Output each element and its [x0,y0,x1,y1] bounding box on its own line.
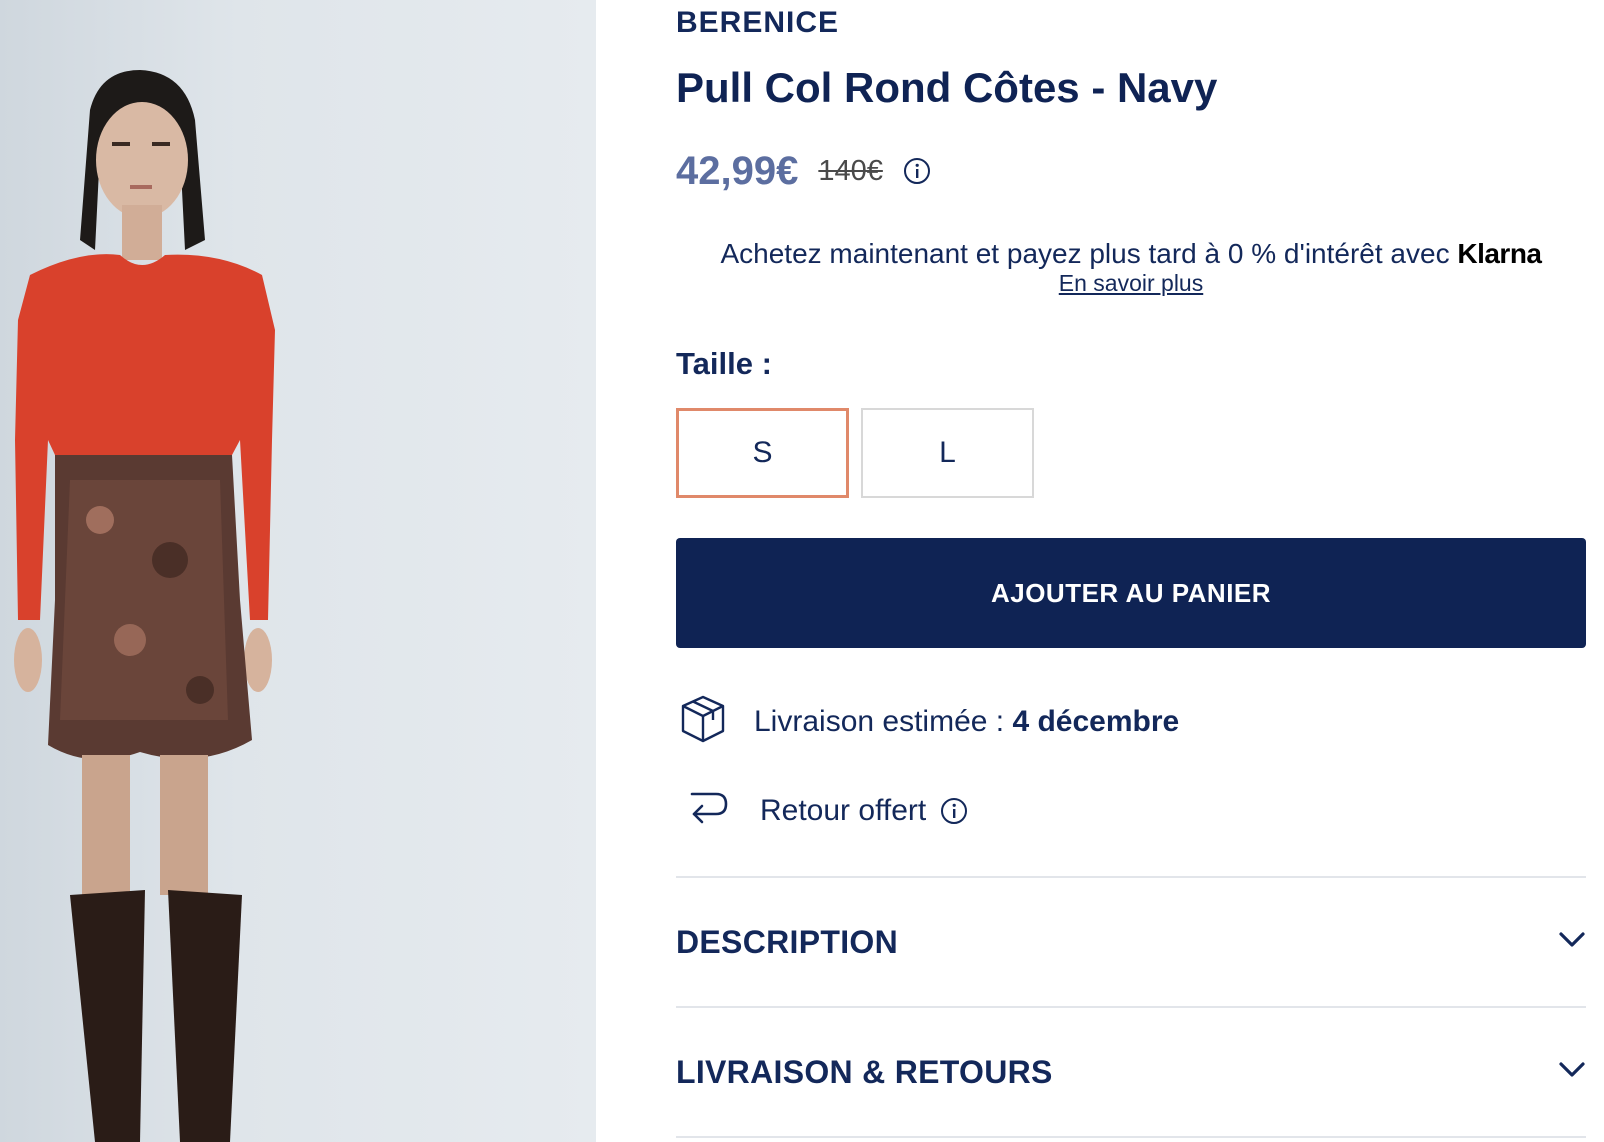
accordion-description[interactable]: DESCRIPTION [676,878,1586,1006]
chevron-down-icon [1558,931,1586,954]
info-circle-icon[interactable] [903,157,931,185]
learn-more-link[interactable]: En savoir plus [1059,270,1203,297]
size-label: Taille : [676,346,772,381]
klarna-text: Achetez maintenant et payez plus tard à … [720,238,1450,269]
product-info-panel: BERENICE Pull Col Rond Côtes - Navy 42,9… [676,0,1586,1142]
chevron-down-icon [1558,1061,1586,1084]
add-to-cart-button[interactable]: AJOUTER AU PANIER [676,538,1586,648]
info-circle-icon[interactable] [940,797,968,825]
free-returns: Retour offert [686,788,968,833]
delivery-estimate: Livraison estimée : 4 décembre [680,694,1179,749]
size-selector: S L [676,408,1034,498]
package-box-icon [680,694,726,749]
accordion-delivery-returns[interactable]: LIVRAISON & RETOURS [676,1008,1586,1136]
size-option-l[interactable]: L [861,408,1034,498]
divider [676,1136,1586,1138]
delivery-date: 4 décembre [1012,704,1180,738]
size-option-s[interactable]: S [676,408,849,498]
delivery-text: Livraison estimée : 4 décembre [754,705,1179,739]
product-photo-illustration [14,70,275,1142]
delivery-label: Livraison estimée : [754,704,1005,738]
klarna-promo: Achetez maintenant et payez plus tard à … [676,238,1586,297]
product-title: Pull Col Rond Côtes - Navy [676,64,1218,111]
accordion-description-label: DESCRIPTION [676,923,898,960]
returns-label: Retour offert [760,793,927,827]
klarna-text-line: Achetez maintenant et payez plus tard à … [676,238,1586,270]
klarna-logo: Klarna [1457,238,1542,269]
return-arrow-icon [686,788,730,833]
price-row: 42,99€ 140€ [676,146,931,196]
original-price: 140€ [818,154,883,187]
accordion-delivery-returns-label: LIVRAISON & RETOURS [676,1053,1053,1090]
brand-name[interactable]: BERENICE [676,6,839,40]
current-price: 42,99€ [676,148,799,193]
product-image[interactable] [0,0,596,1142]
